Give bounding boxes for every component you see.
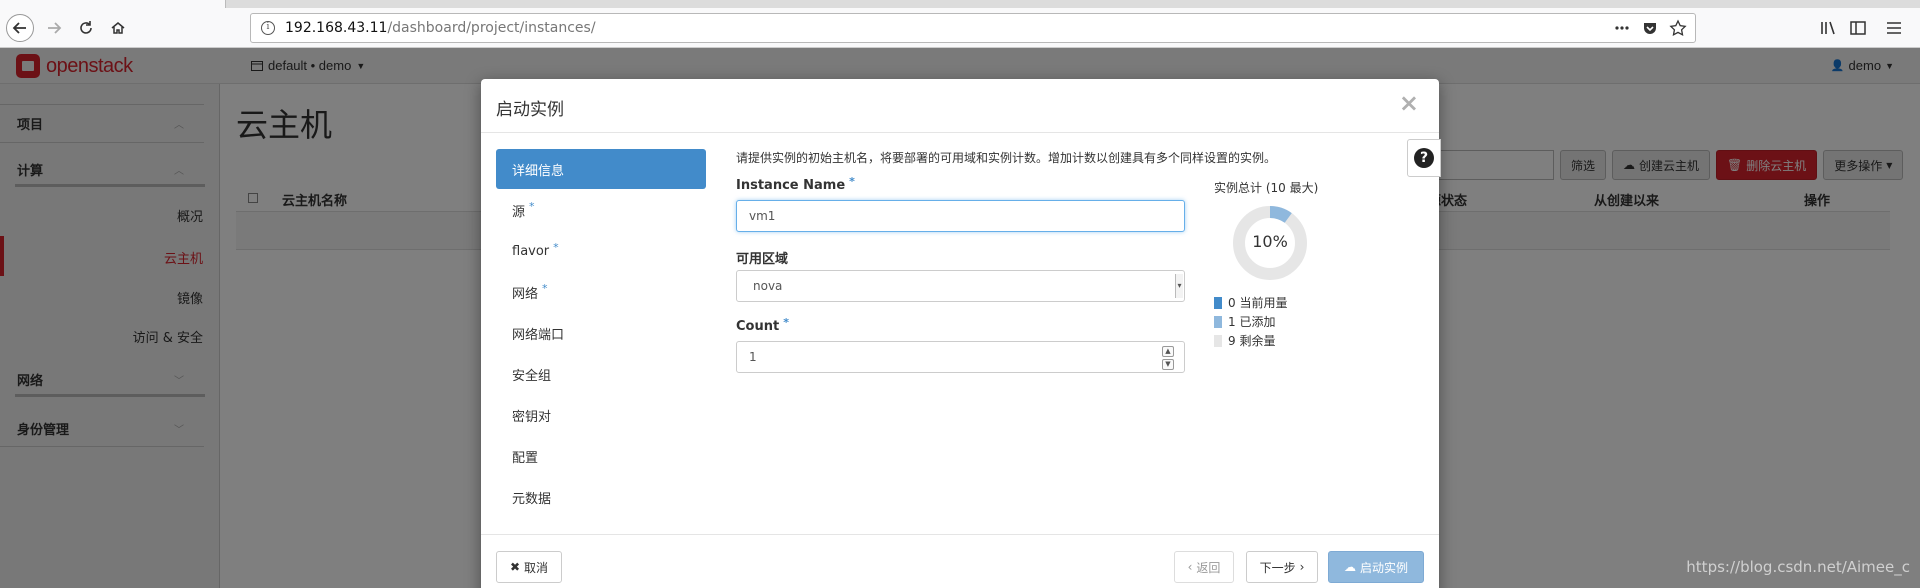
step-label: 网络 (512, 286, 539, 302)
required-marker: * (849, 175, 855, 188)
chevron-left-icon: ‹ (1187, 560, 1193, 574)
step-label: 安全组 (512, 368, 552, 384)
menu-button[interactable] (1884, 18, 1904, 38)
url-text[interactable]: 192.168.43.11/dashboard/project/instance… (285, 20, 596, 36)
forward-arrow-icon (48, 22, 62, 34)
times-icon: ✖ (509, 560, 521, 574)
browser-tab[interactable] (0, 0, 226, 8)
step-label: 源 (512, 204, 526, 220)
close-icon[interactable]: × (1399, 89, 1419, 117)
wizard-step-network-ports[interactable]: 网络端口 (496, 313, 706, 353)
legend-label: 已添加 (1239, 315, 1276, 329)
hamburger-icon (1887, 22, 1901, 34)
select-arrow-icon: ▾ (1175, 274, 1183, 298)
legend-used: 0 当前用量 (1214, 294, 1287, 311)
availability-zone-label: 可用区域 (736, 252, 789, 267)
library-icon (1821, 21, 1835, 35)
legend-value: 9 (1228, 333, 1236, 348)
availability-zone-value: nova (753, 279, 783, 293)
back-label: 返回 (1196, 560, 1221, 575)
legend-label: 当前用量 (1239, 296, 1288, 310)
legend-value: 0 (1228, 295, 1236, 310)
availability-zone-select[interactable]: nova ▾ (736, 270, 1185, 302)
home-button[interactable] (104, 14, 132, 42)
forward-button[interactable] (40, 14, 68, 42)
next-button[interactable]: 下一步 › (1246, 551, 1318, 583)
back-button[interactable]: ‹ 返回 (1174, 551, 1234, 583)
wizard-step-metadata[interactable]: 元数据 (496, 477, 706, 517)
legend-remaining: 9 剩余量 (1214, 332, 1275, 349)
instance-name-value: vm1 (749, 209, 776, 223)
back-arrow-icon (12, 22, 26, 34)
modal-title: 启动实例 (496, 100, 564, 120)
launch-label: 启动实例 (1359, 560, 1408, 575)
step-label: 元数据 (512, 491, 552, 507)
watermark: https://blog.csdn.net/Aimee_c (1686, 558, 1910, 576)
back-button[interactable] (6, 14, 34, 42)
modal-footer: ✖ 取消 ‹ 返回 下一步 › ☁ 启动实例 (481, 534, 1439, 588)
step-label: 密钥对 (512, 409, 552, 425)
wizard-step-flavor[interactable]: flavor * (496, 231, 706, 271)
required-marker: * (529, 199, 535, 213)
wizard-step-security-groups[interactable]: 安全组 (496, 354, 706, 394)
more-dots-icon[interactable] (1613, 19, 1631, 37)
browser-tabstrip (0, 0, 1920, 8)
site-info-icon[interactable]: i (261, 21, 275, 35)
step-label: 网络端口 (512, 327, 565, 343)
count-stepper[interactable]: ▲ ▼ (1162, 346, 1174, 370)
chevron-right-icon: › (1299, 560, 1305, 574)
quota-percent: 10% (1252, 232, 1288, 251)
instance-name-label: Instance Name * (736, 175, 855, 193)
legend-value: 1 (1228, 314, 1236, 329)
reload-icon (80, 21, 92, 34)
legend-added: 1 已添加 (1214, 313, 1275, 330)
modal-header: 启动实例 × (481, 79, 1439, 133)
reload-button[interactable] (72, 14, 100, 42)
sidebar-toggle-button[interactable] (1848, 18, 1868, 38)
bookmark-star-icon[interactable] (1669, 19, 1687, 37)
launch-instance-button[interactable]: ☁ 启动实例 (1328, 551, 1424, 583)
legend-label: 剩余量 (1239, 334, 1276, 348)
address-bar[interactable]: i 192.168.43.11/dashboard/project/instan… (250, 13, 1696, 43)
quota-title: 实例总计 (10 最大) (1214, 181, 1319, 195)
home-icon (111, 22, 125, 34)
help-button[interactable]: ? (1407, 139, 1441, 177)
library-button[interactable] (1818, 18, 1838, 38)
url-path: /dashboard/project/instances/ (387, 20, 596, 36)
cloud-upload-icon: ☁ (1343, 560, 1356, 574)
step-label: 详细信息 (512, 163, 565, 179)
cancel-label: 取消 (524, 560, 549, 575)
count-input[interactable]: 1 ▲ ▼ (736, 341, 1185, 373)
legend-swatch (1214, 334, 1222, 347)
increment-icon[interactable]: ▲ (1162, 346, 1174, 357)
decrement-icon[interactable]: ▼ (1162, 359, 1174, 370)
legend-swatch (1214, 315, 1222, 328)
required-marker: * (542, 281, 548, 295)
pocket-icon[interactable] (1641, 19, 1659, 37)
step-intro-text: 请提供实例的初始主机名，将要部署的可用域和实例计数。增加计数以创建具有多个同样设… (736, 151, 1277, 165)
wizard-step-key-pair[interactable]: 密钥对 (496, 395, 706, 435)
wizard-step-source[interactable]: 源 * (496, 190, 706, 230)
next-label: 下一步 (1259, 560, 1296, 575)
launch-instance-modal: 启动实例 × ? 详细信息 源 * flavor * 网络 * 网络端口 安全组 密钥… (481, 79, 1441, 588)
wizard-step-details[interactable]: 详细信息 (496, 149, 706, 189)
instance-name-input[interactable]: vm1 (736, 200, 1185, 232)
question-icon: ? (1414, 148, 1434, 168)
wizard-step-network[interactable]: 网络 * (496, 272, 706, 312)
required-marker: * (553, 240, 559, 254)
step-label: flavor (512, 243, 550, 259)
url-host: 192.168.43.11 (285, 20, 388, 36)
count-value: 1 (749, 350, 757, 364)
sidebar-icon (1850, 21, 1866, 35)
browser-toolbar: i 192.168.43.11/dashboard/project/instan… (0, 8, 1920, 48)
wizard-step-configuration[interactable]: 配置 (496, 436, 706, 476)
required-marker: * (783, 316, 789, 329)
step-label: 配置 (512, 450, 539, 466)
count-label: Count * (736, 316, 789, 334)
cancel-button[interactable]: ✖ 取消 (496, 551, 562, 583)
legend-swatch (1214, 296, 1222, 309)
